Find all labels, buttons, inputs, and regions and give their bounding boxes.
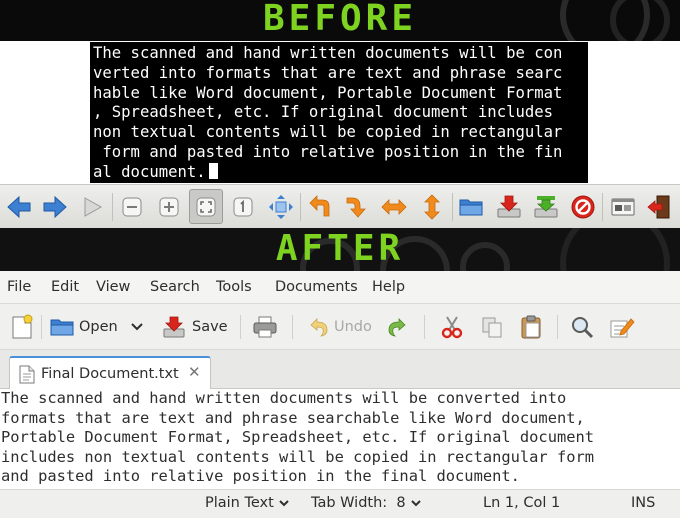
folder-open-icon[interactable] xyxy=(457,193,485,221)
save-icon xyxy=(163,316,185,338)
menu-edit[interactable]: Edit xyxy=(51,279,79,295)
scanned-image-area: The scanned and hand written documents w… xyxy=(0,41,680,184)
replace-button[interactable] xyxy=(609,313,635,341)
editor-menubar: File Edit View Search Tools Documents He… xyxy=(0,271,680,304)
redo-button[interactable] xyxy=(386,313,408,341)
scanned-line: al document. xyxy=(93,162,206,181)
copy-button[interactable] xyxy=(480,313,504,341)
zoom-out-icon[interactable] xyxy=(118,193,146,221)
menu-documents[interactable]: Documents xyxy=(275,279,358,295)
scanned-line: hable like Word document, Portable Docum… xyxy=(93,83,563,102)
folder-icon xyxy=(50,319,74,336)
scissors-icon xyxy=(441,316,463,339)
new-document-button[interactable] xyxy=(10,313,34,341)
redo-icon xyxy=(388,318,406,337)
menu-view[interactable]: View xyxy=(96,279,130,295)
syntax-selector[interactable]: Plain Text xyxy=(205,495,290,511)
document-line: The scanned and hand written documents w… xyxy=(1,389,567,407)
zoom-in-icon[interactable] xyxy=(155,193,183,221)
undo-label: Undo xyxy=(334,319,372,335)
menu-help[interactable]: Help xyxy=(372,279,405,295)
insert-mode: INS xyxy=(631,495,656,511)
arrow-right-icon[interactable] xyxy=(41,193,69,221)
printer-icon xyxy=(253,316,277,338)
tab-width-selector[interactable]: Tab Width: 8 xyxy=(311,495,422,511)
scanned-line: verted into formats that are text and ph… xyxy=(93,63,563,82)
find-button[interactable] xyxy=(570,313,594,341)
export-icon[interactable] xyxy=(532,193,560,221)
rotate-left-icon[interactable] xyxy=(306,193,334,221)
open-label: Open xyxy=(79,319,118,335)
flip-horizontal-icon[interactable] xyxy=(380,193,408,221)
tab-final-document[interactable]: Final Document.txt ✕ xyxy=(9,356,211,390)
chevron-down-icon xyxy=(279,500,289,507)
document-text-area[interactable]: The scanned and hand written documents w… xyxy=(0,389,680,489)
syntax-label: Plain Text xyxy=(205,495,274,511)
text-cursor xyxy=(208,162,218,179)
after-label: AFTER xyxy=(275,228,405,269)
window-icon[interactable] xyxy=(609,193,637,221)
scanned-text-image: The scanned and hand written documents w… xyxy=(90,42,588,183)
download-icon[interactable] xyxy=(495,193,523,221)
close-icon[interactable]: ✕ xyxy=(188,363,201,381)
scanned-line: The scanned and hand written documents w… xyxy=(93,44,563,62)
scanned-line: form and pasted into relative position i… xyxy=(93,142,563,161)
menu-search[interactable]: Search xyxy=(150,279,200,295)
play-icon[interactable] xyxy=(78,193,106,221)
chevron-down-icon xyxy=(131,323,143,331)
undo-icon xyxy=(310,318,328,337)
document-tabbar: Final Document.txt ✕ xyxy=(0,350,680,390)
print-button[interactable] xyxy=(252,313,278,341)
exit-icon[interactable] xyxy=(645,193,673,221)
tab-width-label: Tab Width: 8 xyxy=(311,495,406,511)
undo-button[interactable]: Undo xyxy=(308,313,372,341)
scanned-line: , Spreadsheet, etc. If original document… xyxy=(93,103,563,122)
chevron-down-icon xyxy=(410,500,421,507)
zoom-fit-icon[interactable] xyxy=(189,189,223,224)
find-replace-icon xyxy=(610,318,635,338)
fit-window-icon[interactable] xyxy=(267,193,295,221)
flip-vertical-icon[interactable] xyxy=(418,193,446,221)
rotate-right-icon[interactable] xyxy=(342,193,370,221)
menu-file[interactable]: File xyxy=(7,279,31,295)
paste-button[interactable] xyxy=(519,313,543,341)
tab-title: Final Document.txt xyxy=(41,366,179,382)
open-recent-dropdown[interactable] xyxy=(130,313,144,341)
zoom-original-icon[interactable] xyxy=(229,193,257,221)
stop-icon[interactable] xyxy=(569,193,597,221)
status-bar: Plain Text Tab Width: 8 Ln 1, Col 1 INS xyxy=(0,489,680,518)
arrow-left-icon[interactable] xyxy=(5,193,33,221)
save-button[interactable]: Save xyxy=(162,313,228,341)
before-label: BEFORE xyxy=(262,0,418,39)
scanned-line: non textual contents will be copied in r… xyxy=(93,123,563,142)
menu-tools[interactable]: Tools xyxy=(216,279,252,295)
before-banner: BEFORE xyxy=(0,0,680,41)
search-icon xyxy=(572,317,594,339)
after-banner: AFTER xyxy=(0,228,680,271)
clipboard-icon xyxy=(521,315,541,339)
text-file-icon xyxy=(19,365,35,384)
open-button[interactable]: Open xyxy=(49,313,118,341)
save-label: Save xyxy=(192,319,228,335)
document-line: and pasted into relative position in the… xyxy=(1,467,520,486)
cut-button[interactable] xyxy=(440,313,464,341)
document-line: includes non textual contents will be co… xyxy=(1,447,595,466)
ocr-toolbar xyxy=(0,184,680,228)
new-document-icon xyxy=(12,314,33,339)
editor-toolbar: Open Save Undo xyxy=(0,304,680,350)
document-line: formats that are text and phrase searcha… xyxy=(1,408,585,427)
cursor-position: Ln 1, Col 1 xyxy=(483,495,561,511)
document-line: Portable Document Format, Spreadsheet, e… xyxy=(1,428,595,447)
copy-icon xyxy=(482,317,502,338)
